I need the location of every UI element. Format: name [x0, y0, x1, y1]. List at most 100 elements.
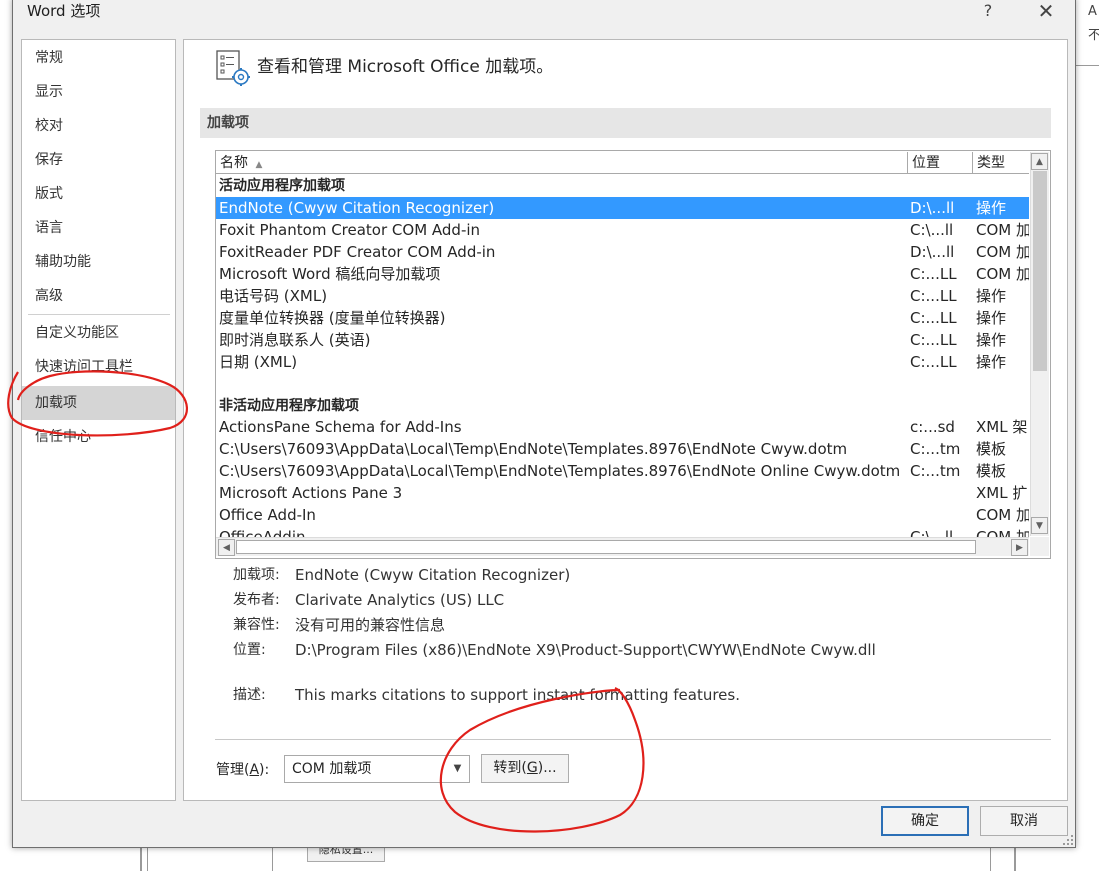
table-row[interactable]: Office Add-In COM 加	[216, 504, 1029, 526]
nav-item-accessibility[interactable]: 辅助功能	[22, 245, 175, 279]
cancel-button[interactable]: 取消	[980, 806, 1068, 836]
background-text: 不	[1088, 28, 1099, 43]
column-header-location[interactable]: 位置	[908, 152, 973, 174]
help-button[interactable]: ?	[972, 0, 1004, 22]
addin-type: 操作	[976, 353, 1007, 371]
nav-separator	[28, 314, 170, 315]
description-value: This marks citations to support instant …	[295, 686, 740, 704]
addin-location: C:...LL	[910, 353, 957, 371]
background-divider	[1076, 65, 1099, 66]
table-row[interactable]: Microsoft Word 稿纸向导加载项 C:...LL COM 加	[216, 263, 1029, 285]
nav-item-save[interactable]: 保存	[22, 143, 175, 177]
location-value: D:\Program Files (x86)\EndNote X9\Produc…	[295, 641, 876, 659]
addin-label: 加载项:	[233, 567, 280, 583]
nav-item-display[interactable]: 显示	[22, 75, 175, 109]
addin-type: 操作	[976, 199, 1007, 217]
scroll-right-arrow-icon[interactable]: ▶	[1011, 539, 1028, 556]
table-row[interactable]: C:\Users\76093\AppData\Local\Temp\EndNot…	[216, 438, 1029, 460]
addin-name: Office Add-In	[219, 506, 316, 524]
vertical-scroll-thumb[interactable]	[1033, 171, 1047, 371]
nav-item-proofing[interactable]: 校对	[22, 109, 175, 143]
location-label: 位置:	[233, 642, 266, 658]
table-row[interactable]: ActionsPane Schema for Add-Ins c:...sd X…	[216, 416, 1029, 438]
addin-type: COM 加	[976, 528, 1029, 537]
addin-name: OfficeAddin	[219, 528, 306, 537]
manage-label-text: ):	[259, 762, 270, 778]
addin-location: D:\...ll	[910, 243, 955, 261]
addin-name: 即时消息联系人 (英语)	[219, 331, 371, 349]
scroll-left-arrow-icon[interactable]: ◀	[218, 539, 235, 556]
addins-gear-icon	[216, 50, 250, 86]
nav-item-language[interactable]: 语言	[22, 211, 175, 245]
publisher-value: Clarivate Analytics (US) LLC	[295, 591, 505, 609]
nav-item-advanced[interactable]: 高级	[22, 279, 175, 313]
addin-name: Foxit Phantom Creator COM Add-in	[219, 221, 481, 239]
group-title: 活动应用程序加载项	[219, 178, 345, 194]
table-row[interactable]: OfficeAddin C:\...ll COM 加	[216, 526, 1029, 537]
addin-type: COM 加	[976, 265, 1029, 283]
background-divider	[147, 848, 148, 871]
description-label: 描述:	[233, 687, 266, 703]
table-row[interactable]: Microsoft Actions Pane 3 XML 扩	[216, 482, 1029, 504]
table-row[interactable]: FoxitReader PDF Creator COM Add-in D:\..…	[216, 241, 1029, 263]
background-divider	[140, 848, 142, 871]
addin-location: C:\...ll	[910, 528, 954, 537]
column-header-name[interactable]: 名称 ▲	[216, 152, 908, 174]
addin-type: XML 扩	[976, 484, 1028, 502]
scroll-up-arrow-icon[interactable]: ▲	[1031, 153, 1048, 170]
addin-type: 操作	[976, 287, 1007, 305]
horizontal-scroll-thumb[interactable]	[236, 540, 976, 554]
manage-label-text: 管理(	[216, 762, 250, 778]
scroll-down-arrow-icon[interactable]: ▼	[1031, 517, 1048, 534]
table-row[interactable]: EndNote (Cwyw Citation Recognizer) D:\..…	[216, 197, 1029, 219]
group-header-active: 活动应用程序加载项	[216, 175, 1029, 197]
table-row[interactable]: C:\Users\76093\AppData\Local\Temp\EndNot…	[216, 460, 1029, 482]
table-row[interactable]: 电话号码 (XML) C:...LL 操作	[216, 285, 1029, 307]
addin-location	[910, 482, 970, 504]
addin-type: COM 加	[976, 243, 1029, 261]
close-button[interactable]: ✕	[1030, 0, 1062, 22]
addin-location: C:...LL	[910, 309, 957, 327]
group-header-inactive: 非活动应用程序加载项	[216, 395, 1029, 417]
addin-name: FoxitReader PDF Creator COM Add-in	[219, 243, 496, 261]
background-divider	[990, 848, 991, 871]
go-label-text: )...	[537, 760, 557, 776]
table-row[interactable]: Foxit Phantom Creator COM Add-in C:\...l…	[216, 219, 1029, 241]
nav-item-general[interactable]: 常规	[22, 41, 175, 75]
addin-name: C:\Users\76093\AppData\Local\Temp\EndNot…	[219, 440, 848, 458]
nav-item-trust-center[interactable]: 信任中心	[22, 420, 175, 454]
background-right-strip: A 不	[1076, 0, 1099, 65]
nav-item-layout[interactable]: 版式	[22, 177, 175, 211]
table-row[interactable]: 即时消息联系人 (英语) C:...LL 操作	[216, 329, 1029, 351]
table-row[interactable]: 度量单位转换器 (度量单位转换器) C:...LL 操作	[216, 307, 1029, 329]
addin-location: C:...tm	[910, 462, 961, 480]
addin-type: 模板	[976, 440, 1007, 458]
publisher-label: 发布者:	[233, 592, 280, 608]
dropdown-arrow-icon[interactable]: ▼	[446, 756, 469, 782]
section-header	[200, 108, 1051, 138]
background-divider	[272, 848, 273, 871]
nav-item-quick-access-toolbar[interactable]: 快速访问工具栏	[22, 350, 175, 384]
addin-location: D:\...ll	[910, 199, 955, 217]
addin-location: C:...tm	[910, 440, 961, 458]
manage-accelerator: A	[249, 762, 260, 778]
addin-location: c:...sd	[910, 418, 955, 436]
go-button[interactable]: 转到(G)...	[481, 754, 569, 783]
addin-type: 操作	[976, 331, 1007, 349]
ok-button[interactable]: 确定	[881, 806, 969, 836]
addin-name: C:\Users\76093\AppData\Local\Temp\EndNot…	[219, 462, 901, 480]
scroll-corner	[1030, 537, 1049, 556]
addin-type: XML 架	[976, 418, 1028, 436]
addin-name: Microsoft Word 稿纸向导加载项	[219, 265, 441, 283]
addin-value: EndNote (Cwyw Citation Recognizer)	[295, 566, 571, 584]
nav-item-customize-ribbon[interactable]: 自定义功能区	[22, 316, 175, 350]
go-accelerator: G	[526, 760, 538, 776]
column-header-type[interactable]: 类型	[973, 152, 1029, 174]
addin-name: 电话号码 (XML)	[219, 287, 328, 305]
manage-label: 管理(A):	[216, 760, 269, 780]
nav-item-addins[interactable]: 加载项	[22, 386, 175, 420]
addin-location	[910, 504, 970, 526]
table-row[interactable]: 日期 (XML) C:...LL 操作	[216, 351, 1029, 373]
column-header-label: 名称	[220, 155, 248, 171]
resize-grip-icon[interactable]	[1062, 834, 1074, 846]
